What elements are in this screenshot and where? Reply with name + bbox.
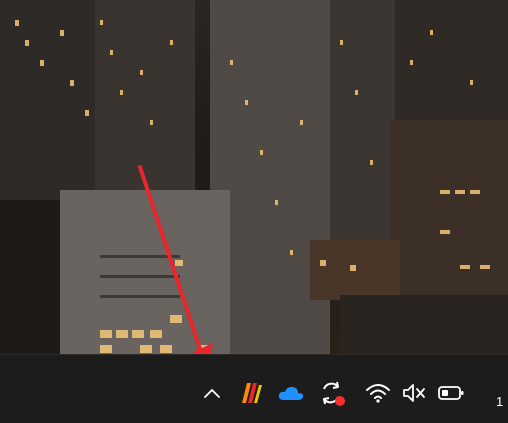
onedrive-button[interactable]: [273, 373, 309, 413]
volume-muted-icon: [403, 384, 425, 402]
quick-settings-button[interactable]: [358, 373, 472, 413]
tray-app-button[interactable]: [233, 373, 267, 413]
wifi-icon: [366, 384, 390, 403]
battery-icon: [438, 386, 464, 400]
sync-icon: [323, 381, 345, 406]
clock[interactable]: 1: [496, 394, 503, 409]
sync-button[interactable]: [313, 373, 349, 413]
show-hidden-icons-button[interactable]: [197, 373, 227, 413]
app-stripes-icon: [242, 383, 262, 403]
taskbar: [0, 354, 508, 423]
onedrive-cloud-icon: [278, 386, 304, 400]
chevron-up-icon: [204, 389, 220, 398]
clock-text: 1: [496, 394, 504, 409]
